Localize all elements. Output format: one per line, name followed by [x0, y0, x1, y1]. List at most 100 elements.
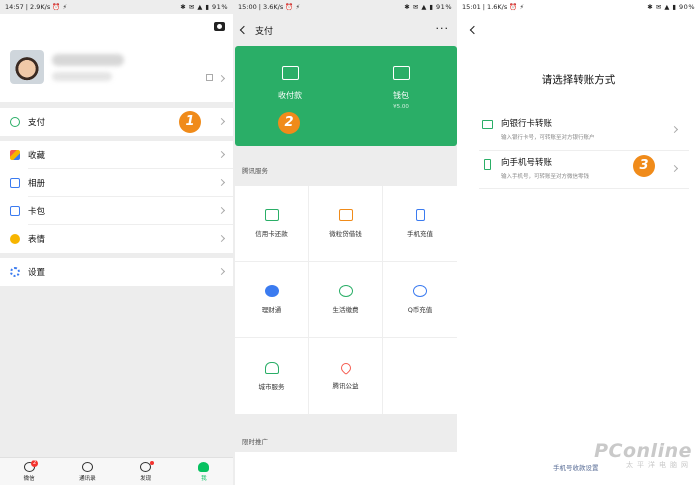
status-left: 15:01 | 1.6K/s ⏰ ⚡	[462, 3, 525, 11]
tab-label: 发现	[140, 475, 152, 482]
service-label: 微粒贷借钱	[329, 230, 362, 238]
services-grid: 信用卡还款 微粒贷借钱 手机充值 理财通 生活缴费 Q币充值 城市服务 腾讯公益	[235, 186, 457, 414]
back-arrow-icon[interactable]	[239, 25, 249, 35]
chevron-right-icon	[670, 125, 679, 134]
receive-pay-button[interactable]: 收付款	[250, 66, 330, 101]
profile-card[interactable]	[0, 14, 233, 102]
page-title: 请选择转账方式	[541, 74, 616, 86]
chevron-right-icon	[217, 74, 226, 83]
camera-icon[interactable]	[214, 22, 225, 31]
promo-area	[235, 452, 457, 485]
action-label: 收付款	[278, 91, 302, 100]
watermark-brand: PConline	[594, 440, 692, 462]
menu-item-album[interactable]: 相册	[0, 169, 233, 197]
tab-me[interactable]: 我	[175, 458, 233, 485]
menu-item-label: 相册	[28, 179, 46, 189]
credit-card-icon	[264, 209, 279, 221]
bottom-tab-bar: 2 微信 通讯录 发现 我	[0, 457, 233, 485]
option-title: 向银行卡转账	[501, 119, 553, 129]
transfer-to-bank-card[interactable]: 向银行卡转账 输入银行卡号，可转账至对方银行账户	[479, 114, 689, 152]
nav-header	[457, 14, 700, 46]
phone-icon	[415, 209, 425, 221]
chevron-right-icon	[217, 178, 226, 187]
avatar[interactable]	[10, 50, 44, 84]
pay-screen: 15:00 | 3.6K/s ⏰ ⚡ ✱ ✉ ▲ ▮ 91% 支付 ··· 收付…	[233, 0, 457, 485]
menu-item-label: 设置	[28, 268, 46, 278]
chevron-right-icon	[217, 267, 226, 276]
option-subtitle: 输入手机号，可转账至对方微信零钱	[501, 174, 590, 180]
tab-contacts[interactable]: 通讯录	[58, 458, 116, 485]
empty-cell	[383, 338, 457, 414]
card-wallet-icon	[10, 206, 20, 216]
service-credit-card-repay[interactable]: 信用卡还款	[235, 186, 309, 262]
scan-code-icon	[281, 66, 299, 80]
status-left: 14:57 | 2.9K/s ⏰ ⚡	[5, 3, 68, 11]
service-label: Q币充值	[407, 306, 433, 314]
step-marker-1: 1	[179, 111, 201, 133]
utilities-check-icon	[338, 285, 353, 297]
wallet-check-icon	[10, 117, 20, 127]
emoji-icon	[10, 234, 20, 244]
menu-item-label: 支付	[28, 118, 46, 128]
chevron-right-icon	[217, 206, 226, 215]
service-phone-topup[interactable]: 手机充值	[383, 186, 457, 262]
bank-card-icon	[482, 120, 493, 129]
divider	[479, 188, 689, 189]
tab-chats[interactable]: 2 微信	[0, 458, 58, 485]
status-bar: 15:01 | 1.6K/s ⏰ ⚡ ✱ ✉ ▲ ▮ 90%	[457, 0, 700, 14]
me-screen: 14:57 | 2.9K/s ⏰ ⚡ ✱ ✉ ▲ ▮ 91% 支付 1 收藏 相…	[0, 0, 233, 485]
city-building-icon	[264, 361, 279, 374]
service-weilidai[interactable]: 微粒贷借钱	[309, 186, 383, 262]
menu-item-label: 表情	[28, 235, 46, 245]
more-icon[interactable]: ···	[436, 22, 450, 35]
wallet-icon	[392, 66, 410, 80]
qr-code-icon[interactable]	[206, 74, 213, 81]
menu-item-label: 收藏	[28, 151, 46, 161]
chevron-right-icon	[670, 164, 679, 173]
service-city[interactable]: 城市服务	[235, 338, 309, 414]
status-left: 15:00 | 3.6K/s ⏰ ⚡	[238, 3, 301, 11]
section-title-promo: 限时推广	[242, 438, 268, 446]
pay-actions-card: 收付款 钱包 ¥5.00 2	[235, 46, 457, 146]
service-q-coin[interactable]: Q币充值	[383, 262, 457, 338]
contacts-icon	[81, 461, 93, 472]
pconline-watermark: PConline 太平洋电脑网	[594, 440, 692, 470]
wealth-icon	[264, 285, 279, 297]
service-utilities[interactable]: 生活缴费	[309, 262, 383, 338]
person-icon	[198, 461, 210, 472]
step-marker-3: 3	[633, 155, 655, 177]
album-icon	[10, 178, 20, 188]
phone-receive-settings-link[interactable]: 手机号收款设置	[553, 462, 599, 472]
heart-icon	[338, 360, 353, 375]
menu-item-stickers[interactable]: 表情	[0, 225, 233, 253]
unread-badge: 2	[31, 460, 39, 467]
chevron-right-icon	[217, 234, 226, 243]
service-label: 信用卡还款	[255, 230, 288, 238]
service-label: 手机充值	[407, 230, 433, 238]
divider	[479, 150, 689, 151]
section-title-services: 腾讯服务	[242, 167, 268, 175]
menu-item-settings[interactable]: 设置	[0, 258, 233, 286]
back-arrow-icon[interactable]	[469, 25, 479, 35]
tab-label: 通讯录	[79, 475, 96, 482]
settings-gear-icon	[10, 267, 20, 277]
menu-item-favorites[interactable]: 收藏	[0, 141, 233, 169]
service-charity[interactable]: 腾讯公益	[309, 338, 383, 414]
service-label: 城市服务	[258, 382, 285, 391]
service-licaitong[interactable]: 理财通	[235, 262, 309, 338]
chevron-right-icon	[217, 117, 226, 126]
status-right: ✱ ✉ ▲ ▮ 91%	[404, 3, 452, 11]
wallet-button[interactable]: 钱包 ¥5.00	[361, 66, 441, 110]
mobile-phone-icon	[484, 159, 491, 170]
blurred-nickname	[52, 54, 124, 66]
favorites-cube-icon	[10, 150, 20, 160]
menu-item-cards[interactable]: 卡包	[0, 197, 233, 225]
nav-header: 支付 ···	[233, 14, 457, 46]
service-label: 腾讯公益	[332, 381, 359, 390]
tab-discover[interactable]: 发现	[117, 458, 175, 485]
wallet-balance: ¥5.00	[393, 104, 409, 110]
page-title: 支付	[255, 26, 274, 37]
transfer-to-phone-number[interactable]: 向手机号转账 输入手机号，可转账至对方微信零钱	[479, 153, 689, 191]
tab-label: 微信	[23, 475, 35, 482]
status-right: ✱ ✉ ▲ ▮ 91%	[180, 3, 228, 11]
